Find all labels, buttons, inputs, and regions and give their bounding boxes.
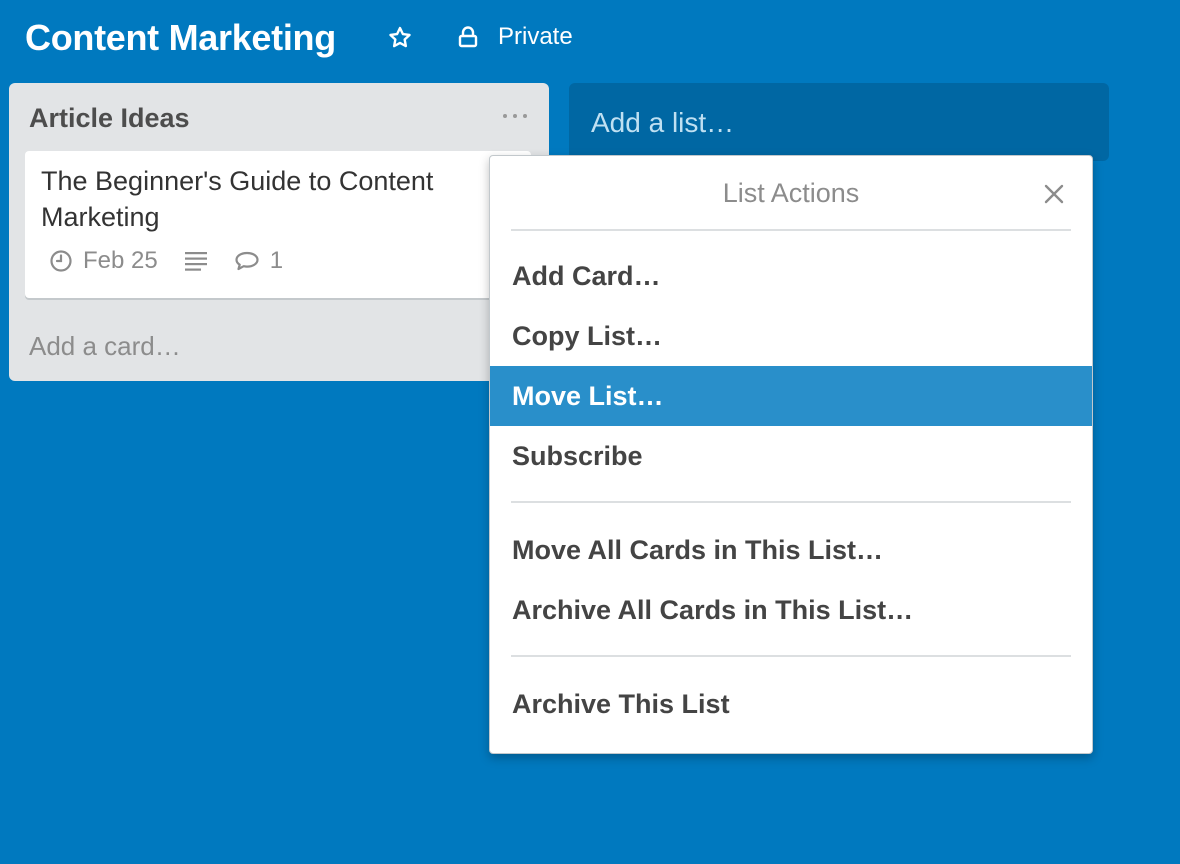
menu-item-archive-list[interactable]: Archive This List xyxy=(490,674,1092,734)
add-list-button[interactable]: Add a list… xyxy=(569,83,1109,161)
close-button[interactable] xyxy=(1042,182,1066,206)
list-menu-button[interactable] xyxy=(503,107,527,125)
card[interactable]: The Beginner's Guide to Content Marketin… xyxy=(25,151,531,298)
visibility-button[interactable]: Private xyxy=(456,22,573,52)
comment-badge: 1 xyxy=(234,247,283,275)
board-title[interactable]: Content Marketing xyxy=(25,16,336,60)
card-title: The Beginner's Guide to Content Marketin… xyxy=(41,166,434,232)
star-board-button[interactable] xyxy=(386,24,414,52)
list-article-ideas: Article Ideas The Beginner's Guide to Co… xyxy=(9,83,549,381)
popover-title: List Actions xyxy=(722,178,860,208)
visibility-label: Private xyxy=(498,23,573,50)
menu-item-move-all-cards[interactable]: Move All Cards in This List… xyxy=(490,520,1092,580)
menu-item-subscribe[interactable]: Subscribe xyxy=(490,426,1092,486)
due-date-badge: Feb 25 xyxy=(49,247,158,275)
close-icon xyxy=(1044,184,1064,204)
divider xyxy=(511,501,1071,503)
description-icon xyxy=(184,252,207,271)
menu-item-add-card[interactable]: Add Card… xyxy=(490,246,1092,306)
menu-item-copy-list[interactable]: Copy List… xyxy=(490,306,1092,366)
divider xyxy=(511,655,1071,657)
comment-icon xyxy=(235,251,259,271)
add-list-label: Add a list… xyxy=(591,107,735,138)
description-badge xyxy=(184,249,208,273)
clock-icon xyxy=(50,250,72,272)
divider xyxy=(511,229,1071,231)
lock-icon xyxy=(458,26,478,48)
star-outline-icon xyxy=(389,26,411,48)
menu-item-move-list[interactable]: Move List… xyxy=(490,366,1092,426)
due-date: Feb 25 xyxy=(83,247,158,274)
list-title[interactable]: Article Ideas xyxy=(29,103,190,134)
card-badges: Feb 25 1 xyxy=(49,247,309,275)
list-actions-popover: List Actions Add Card… Copy List… Move L… xyxy=(489,155,1093,754)
menu-item-archive-all-cards[interactable]: Archive All Cards in This List… xyxy=(490,580,1092,640)
ellipsis-icon xyxy=(503,114,507,118)
comment-count: 1 xyxy=(269,247,284,274)
add-card-button[interactable]: Add a card… xyxy=(29,331,181,362)
